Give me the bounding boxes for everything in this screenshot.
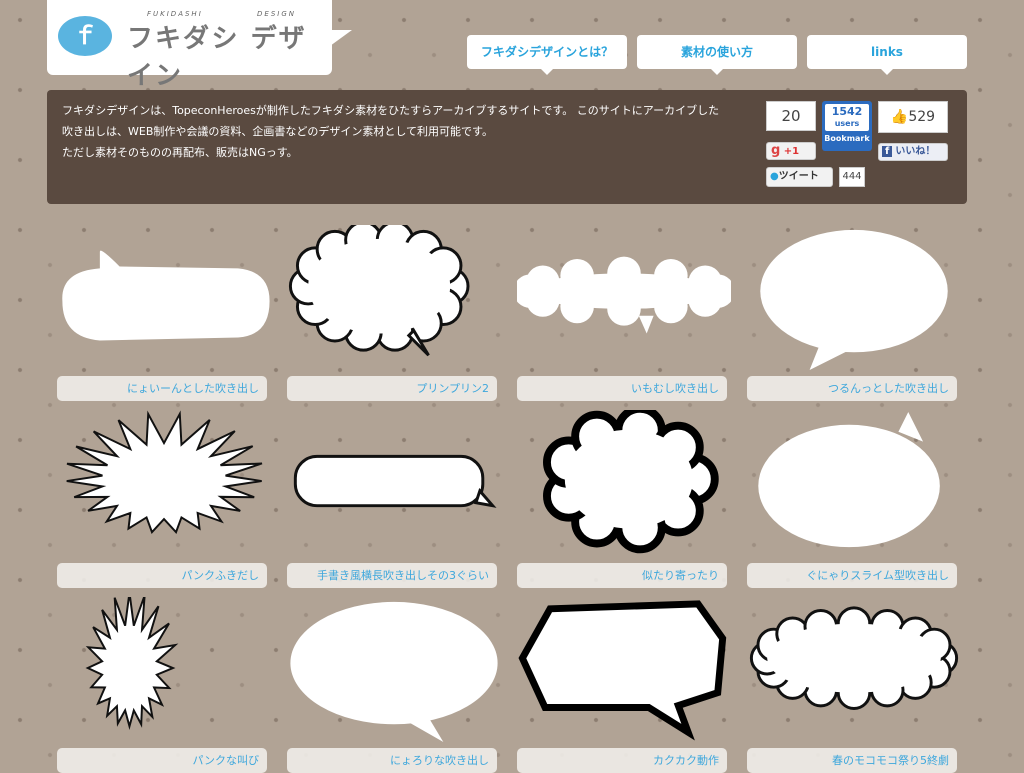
bubble-card[interactable]: カクカク動作 — [517, 597, 727, 773]
speech-bubble-image[interactable] — [287, 410, 501, 558]
fb-like-count: 👍529 — [878, 101, 948, 133]
speech-bubble-image[interactable] — [747, 410, 961, 558]
bubble-caption-link[interactable]: パンクふきだし — [57, 563, 267, 588]
bubble-card[interactable]: 手書き風横長吹き出しその3ぐらい — [287, 410, 497, 588]
logo-text: フキダシ デザイン — [127, 24, 307, 91]
bubble-caption-link[interactable]: いもむし吹き出し — [517, 376, 727, 401]
gplus-icon: g — [771, 143, 781, 158]
bubble-caption-link[interactable]: 手書き風横長吹き出しその3ぐらい — [287, 563, 497, 588]
hatena-count-value: 1542 — [831, 105, 863, 118]
bubble-caption-link[interactable]: つるんっとした吹き出し — [747, 376, 957, 401]
speech-bubble-image[interactable] — [287, 225, 501, 373]
twitter-bird-icon: ● — [770, 171, 779, 182]
fb-count-value: 529 — [908, 109, 936, 125]
speech-bubble-image[interactable] — [57, 225, 271, 373]
fb-label: いいね！ — [895, 146, 936, 157]
bubble-card[interactable]: いもむし吹き出し — [517, 225, 731, 401]
speech-bubble-image[interactable] — [747, 225, 961, 373]
intro-line-2: ただし素材そのものの再配布、販売はNGっす。 — [62, 146, 298, 159]
logo-sub-en2: DESIGN — [257, 10, 296, 18]
logo-sub-en: FUKIDASHI — [147, 10, 203, 18]
gplus-count: 20 — [766, 101, 816, 131]
bubble-caption-link[interactable]: にょいーんとした吹き出し — [57, 376, 267, 401]
hatena-count: 1542 users — [825, 104, 869, 131]
nav-usage[interactable]: 素材の使い方 — [637, 35, 797, 75]
speech-bubble-image[interactable] — [517, 410, 731, 558]
bubble-caption-link[interactable]: にょろりな吹き出し — [287, 748, 497, 773]
logo-speech-icon: ｆ — [58, 16, 112, 56]
speech-bubble-image[interactable] — [517, 225, 731, 373]
tweet-label: ツイート — [778, 171, 819, 182]
bubble-card[interactable]: 似たり寄ったり — [517, 410, 727, 588]
intro-text: フキダシデザインは、TopeconHeroesが制作したフキダシ素材をひたすらア… — [62, 100, 722, 163]
intro-line-1: フキダシデザインは、TopeconHeroesが制作したフキダシ素材をひたすらア… — [62, 104, 720, 138]
tweet-button[interactable]: ●ツイート — [766, 167, 833, 187]
facebook-icon: f — [882, 146, 893, 157]
bubble-caption-link[interactable]: 春のモコモコ祭り5終劇 — [747, 748, 957, 773]
bubble-card[interactable]: つるんっとした吹き出し — [747, 225, 957, 401]
bubble-card[interactable]: パンクふきだし — [57, 410, 267, 588]
logo-tail — [330, 30, 352, 46]
bubble-caption-link[interactable]: パンクな叫び — [57, 748, 267, 773]
bubble-caption-link[interactable]: 似たり寄ったり — [517, 563, 727, 588]
bubble-caption-link[interactable]: プリンプリン2 — [287, 376, 497, 401]
hatena-label: Bookmark — [824, 134, 870, 143]
bubble-caption-link[interactable]: カクカク動作 — [517, 748, 727, 773]
gplus-label: +1 — [783, 146, 800, 157]
gplus-button[interactable]: g +1 — [766, 142, 816, 160]
thumbs-up-icon: 👍 — [890, 109, 909, 125]
bubble-card[interactable]: にょろりな吹き出し — [287, 597, 498, 773]
bubble-card[interactable]: ぐにゃりスライム型吹き出し — [747, 410, 957, 588]
main-nav: フキダシデザインとは？ 素材の使い方 links — [467, 35, 967, 75]
nav-about[interactable]: フキダシデザインとは？ — [467, 35, 627, 75]
speech-bubble-image[interactable] — [57, 597, 271, 745]
speech-bubble-image[interactable] — [57, 410, 271, 558]
hatena-bookmark-button[interactable]: 1542 users Bookmark — [822, 101, 872, 151]
bubble-card[interactable]: にょいーんとした吹き出し — [57, 225, 270, 401]
fb-like-button[interactable]: f いいね！ — [878, 143, 948, 161]
nav-links[interactable]: links — [807, 35, 967, 75]
speech-bubble-image[interactable] — [747, 597, 961, 745]
hatena-users: users — [834, 119, 860, 128]
bubble-card[interactable]: パンクな叫び — [57, 597, 267, 773]
intro-panel: フキダシデザインは、TopeconHeroesが制作したフキダシ素材をひたすらア… — [47, 90, 967, 204]
bubble-card[interactable]: 春のモコモコ祭り5終劇 — [747, 597, 959, 773]
site-logo[interactable]: ｆ フキダシ デザイン FUKIDASHI DESIGN — [47, 0, 332, 91]
bubble-caption-link[interactable]: ぐにゃりスライム型吹き出し — [747, 563, 957, 588]
speech-bubble-image[interactable] — [517, 597, 731, 745]
tweet-count: 444 — [839, 167, 865, 187]
speech-bubble-image[interactable] — [287, 597, 501, 745]
bubble-card[interactable]: プリンプリン2 — [287, 225, 497, 401]
